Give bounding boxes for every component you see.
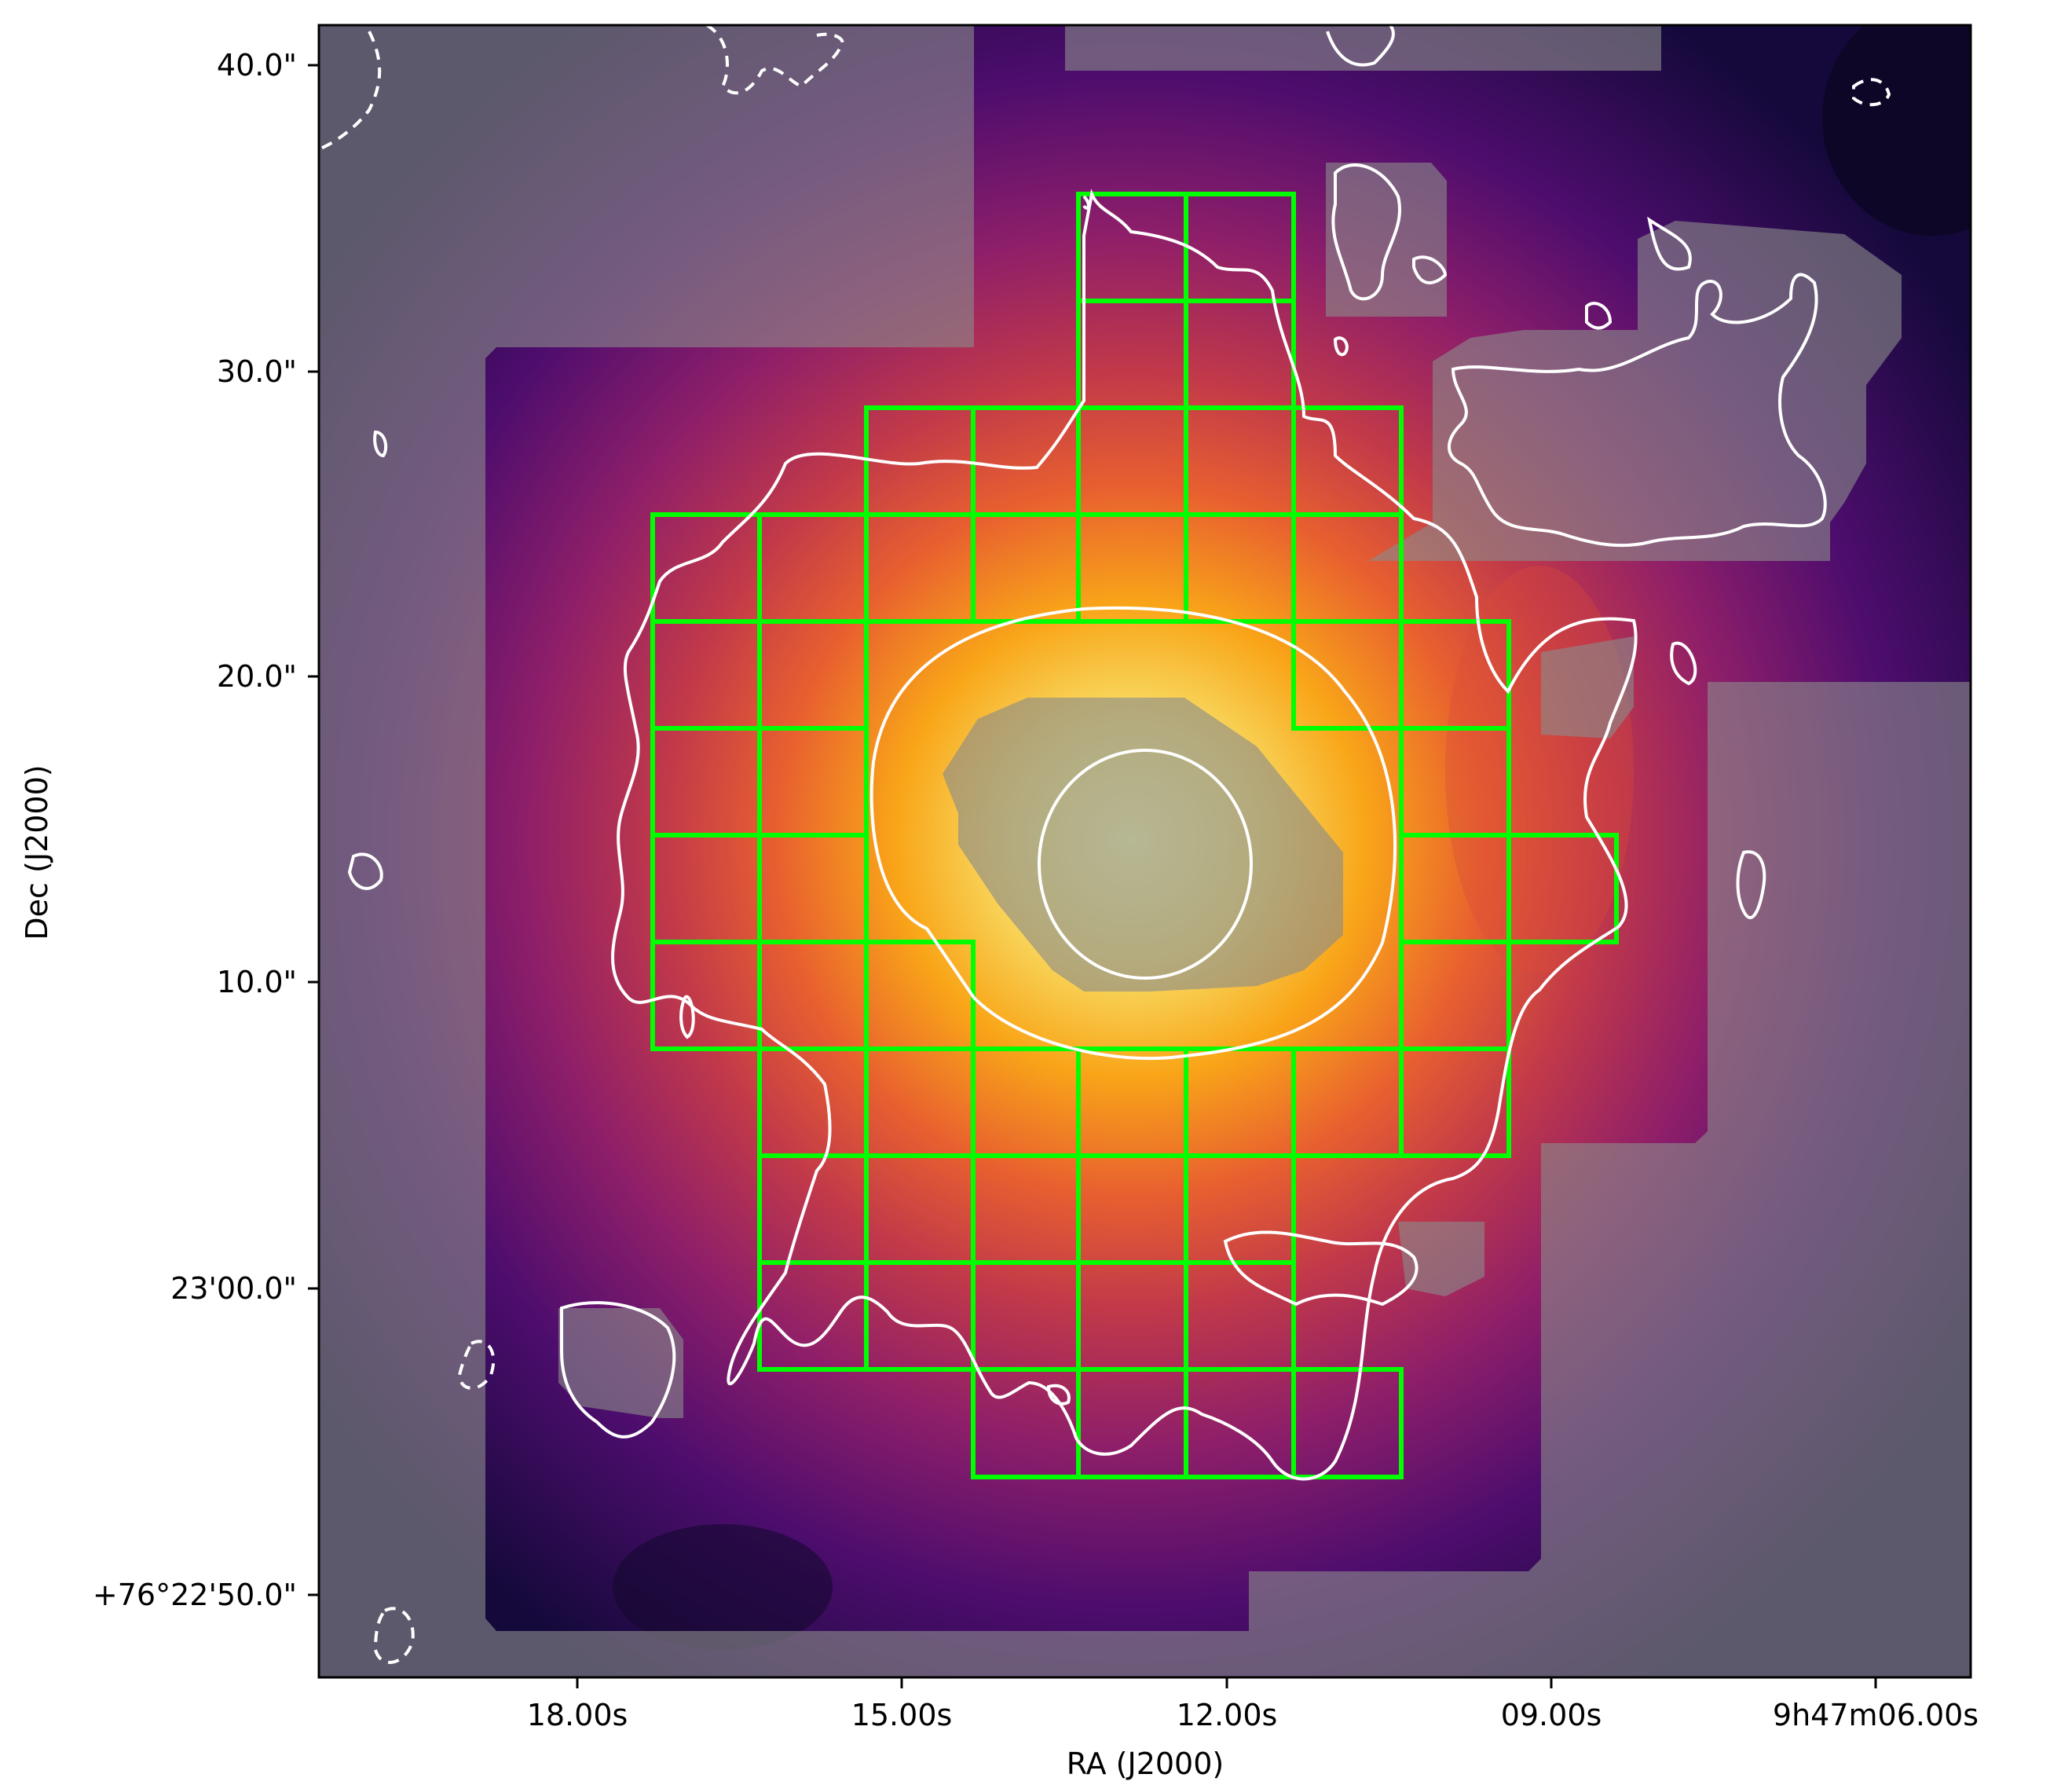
x-tick-label: 9h47m06.00s xyxy=(1773,1698,1979,1732)
y-tick-label: 40.0" xyxy=(217,48,297,82)
x-axis-label: RA (J2000) xyxy=(1067,1747,1225,1781)
y-tick-label: 10.0" xyxy=(217,965,297,999)
x-tick-label: 12.00s xyxy=(1177,1698,1278,1732)
x-tick-label: 15.00s xyxy=(851,1698,953,1732)
y-tick-label: 20.0" xyxy=(217,659,297,694)
x-tick-label: 18.00s xyxy=(527,1698,628,1732)
x-tick-labels: 18.00s 15.00s 12.00s 09.00s 9h47m06.00s xyxy=(527,1698,1979,1732)
y-ticks xyxy=(308,64,319,1596)
y-tick-label: +76°22'50.0" xyxy=(93,1578,297,1612)
x-tick-label: 09.00s xyxy=(1501,1698,1602,1732)
y-axis-label: Dec (J2000) xyxy=(20,764,54,940)
y-tick-labels: 40.0" 30.0" 20.0" 10.0" 23'00.0" +76°22'… xyxy=(93,48,297,1612)
astronomy-figure: 18.00s 15.00s 12.00s 09.00s 9h47m06.00s … xyxy=(20,24,1979,1781)
y-tick-label: 23'00.0" xyxy=(170,1271,297,1306)
x-ticks xyxy=(576,1677,1877,1688)
intensity-map xyxy=(319,25,1971,1677)
y-tick-label: 30.0" xyxy=(217,354,297,389)
